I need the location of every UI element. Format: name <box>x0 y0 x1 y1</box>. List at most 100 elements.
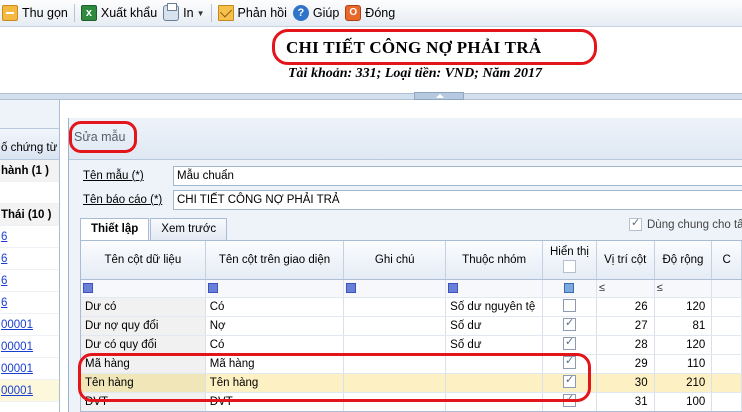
less-equal-operator[interactable]: ≤ <box>599 282 605 294</box>
panel-splitter[interactable] <box>0 93 742 100</box>
tab-settings[interactable]: Thiết lập <box>80 218 150 241</box>
cell-position[interactable]: 26 <box>596 297 655 317</box>
cell-width[interactable]: 81 <box>654 316 713 336</box>
col-header-extra[interactable]: C <box>711 241 742 280</box>
cell-width[interactable]: 120 <box>654 335 713 355</box>
visible-checkbox[interactable] <box>562 298 576 312</box>
title-highlight-annotation <box>272 29 597 65</box>
visible-checkbox[interactable] <box>562 335 576 350</box>
list-toolbar <box>0 100 59 128</box>
cell-position[interactable]: 29 <box>596 354 655 374</box>
cell-group[interactable]: Số dư <box>445 335 544 355</box>
filter-position[interactable]: ≤ <box>596 279 655 298</box>
filter-icon[interactable] <box>83 282 93 293</box>
table-row[interactable]: Dư nợ quy đổiNợ Số dư 2781 <box>81 316 742 336</box>
visible-checkbox[interactable] <box>562 316 576 331</box>
close-button[interactable]: O Đóng <box>345 5 395 21</box>
less-equal-operator[interactable]: ≤ <box>657 282 663 294</box>
cell-display-name[interactable]: Có <box>205 335 345 355</box>
list-item[interactable]: 6 <box>0 226 59 248</box>
voucher-number-header[interactable]: ố chứng từ <box>0 128 59 160</box>
filter-icon[interactable] <box>346 282 357 293</box>
feedback-button[interactable]: Phản hồi <box>217 5 287 21</box>
filter-icon[interactable] <box>564 282 575 293</box>
template-name-input[interactable]: Mẫu chuẩn <box>173 166 742 186</box>
col-header-group[interactable]: Thuộc nhóm <box>445 241 544 280</box>
cell-data-column: Dư có <box>81 297 206 317</box>
toolbar-separator <box>210 4 212 22</box>
filter-extra[interactable] <box>711 279 742 298</box>
list-item[interactable]: 00001 <box>0 358 59 380</box>
cell-visible <box>542 335 597 355</box>
cell-width[interactable]: 210 <box>654 373 713 393</box>
list-group-row[interactable]: hành (1 ) <box>0 160 59 182</box>
collapse-button[interactable]: Thu gọn <box>2 5 68 21</box>
tab-preview[interactable]: Xem trước <box>150 218 228 240</box>
filter-icon[interactable] <box>207 282 218 293</box>
cell-group[interactable]: Số dư nguyên tệ <box>445 297 544 317</box>
report-name-input[interactable]: CHI TIẾT CÔNG NỢ PHẢI TRẢ <box>173 190 742 210</box>
cell-position[interactable]: 27 <box>596 316 655 336</box>
list-item[interactable] <box>0 182 59 204</box>
filter-width[interactable]: ≤ <box>654 279 713 298</box>
cell-note[interactable] <box>343 297 447 317</box>
cell-display-name[interactable]: Có <box>205 297 345 317</box>
shared-checkbox[interactable] <box>629 216 642 231</box>
dialog-header: Sửa mẫu <box>69 118 742 160</box>
cell-data-column: Dư nợ quy đổi <box>81 316 206 336</box>
dialog-tabs: Thiết lập Xem trước <box>80 218 228 241</box>
cell-width[interactable]: 110 <box>654 354 713 374</box>
toolbar-separator <box>73 4 75 22</box>
filter-display-name[interactable] <box>205 279 345 298</box>
cell-width[interactable]: 100 <box>654 392 713 411</box>
printer-icon <box>163 3 180 21</box>
collapse-arrow-icon[interactable] <box>414 92 464 100</box>
col-header-position[interactable]: Vị trí cột <box>596 241 655 280</box>
cell-extra[interactable] <box>711 335 742 355</box>
cell-extra[interactable] <box>711 392 742 411</box>
help-label: Giúp <box>312 6 340 20</box>
cell-position[interactable]: 28 <box>596 335 655 355</box>
power-icon: O <box>345 5 362 21</box>
col-header-visible[interactable]: Hiển thị <box>542 241 597 280</box>
list-item[interactable]: 6 <box>0 292 59 314</box>
list-item[interactable]: 6 <box>0 248 59 270</box>
list-item[interactable]: 00001 <box>0 380 59 402</box>
cell-position[interactable]: 31 <box>596 392 655 411</box>
chevron-down-icon[interactable]: ▼ <box>197 9 205 18</box>
col-header-data-column[interactable]: Tên cột dữ liệu <box>81 241 206 280</box>
print-button[interactable]: In ▼ <box>163 3 205 21</box>
collapse-icon <box>2 5 18 21</box>
list-item[interactable]: 6 <box>0 270 59 292</box>
cell-group[interactable]: Số dư <box>445 316 544 336</box>
cell-extra[interactable] <box>711 316 742 336</box>
cell-extra[interactable] <box>711 373 742 393</box>
col-header-note[interactable]: Ghi chú <box>343 241 447 280</box>
cell-extra[interactable] <box>711 354 742 374</box>
filter-icon[interactable] <box>448 282 459 293</box>
filter-data-column[interactable] <box>81 279 206 298</box>
report-name-label: Tên báo cáo (*) <box>83 194 163 206</box>
cell-width[interactable]: 120 <box>654 297 713 317</box>
cell-note[interactable] <box>343 316 447 336</box>
cell-position[interactable]: 30 <box>596 373 655 393</box>
list-item[interactable]: 00001 <box>0 314 59 336</box>
shared-checkbox-row[interactable]: Dùng chung cho tấ <box>629 216 742 231</box>
visible-select-all-checkbox[interactable] <box>562 260 576 273</box>
cell-data-column: Dư có quy đổi <box>81 335 206 355</box>
list-group-row[interactable]: Thái (10 ) <box>0 204 59 226</box>
cell-display-name[interactable]: Nợ <box>205 316 345 336</box>
table-row[interactable]: Dư có quy đổiCó Số dư 28120 <box>81 335 742 355</box>
help-button[interactable]: ? Giúp <box>292 5 340 21</box>
col-header-width[interactable]: Độ rộng <box>654 241 713 280</box>
cell-note[interactable] <box>343 335 447 355</box>
export-excel-button[interactable]: x Xuất khẩu <box>80 5 157 21</box>
filter-note[interactable] <box>343 279 447 298</box>
filter-visible[interactable] <box>542 279 597 298</box>
table-row[interactable]: Dư có Có Số dư nguyên tệ 26 120 <box>81 297 742 317</box>
col-header-display-name[interactable]: Tên cột trên giao diện <box>205 241 345 280</box>
cell-visible <box>542 297 597 317</box>
list-item[interactable]: 00001 <box>0 336 59 358</box>
cell-extra[interactable] <box>711 297 742 317</box>
filter-group[interactable] <box>445 279 544 298</box>
